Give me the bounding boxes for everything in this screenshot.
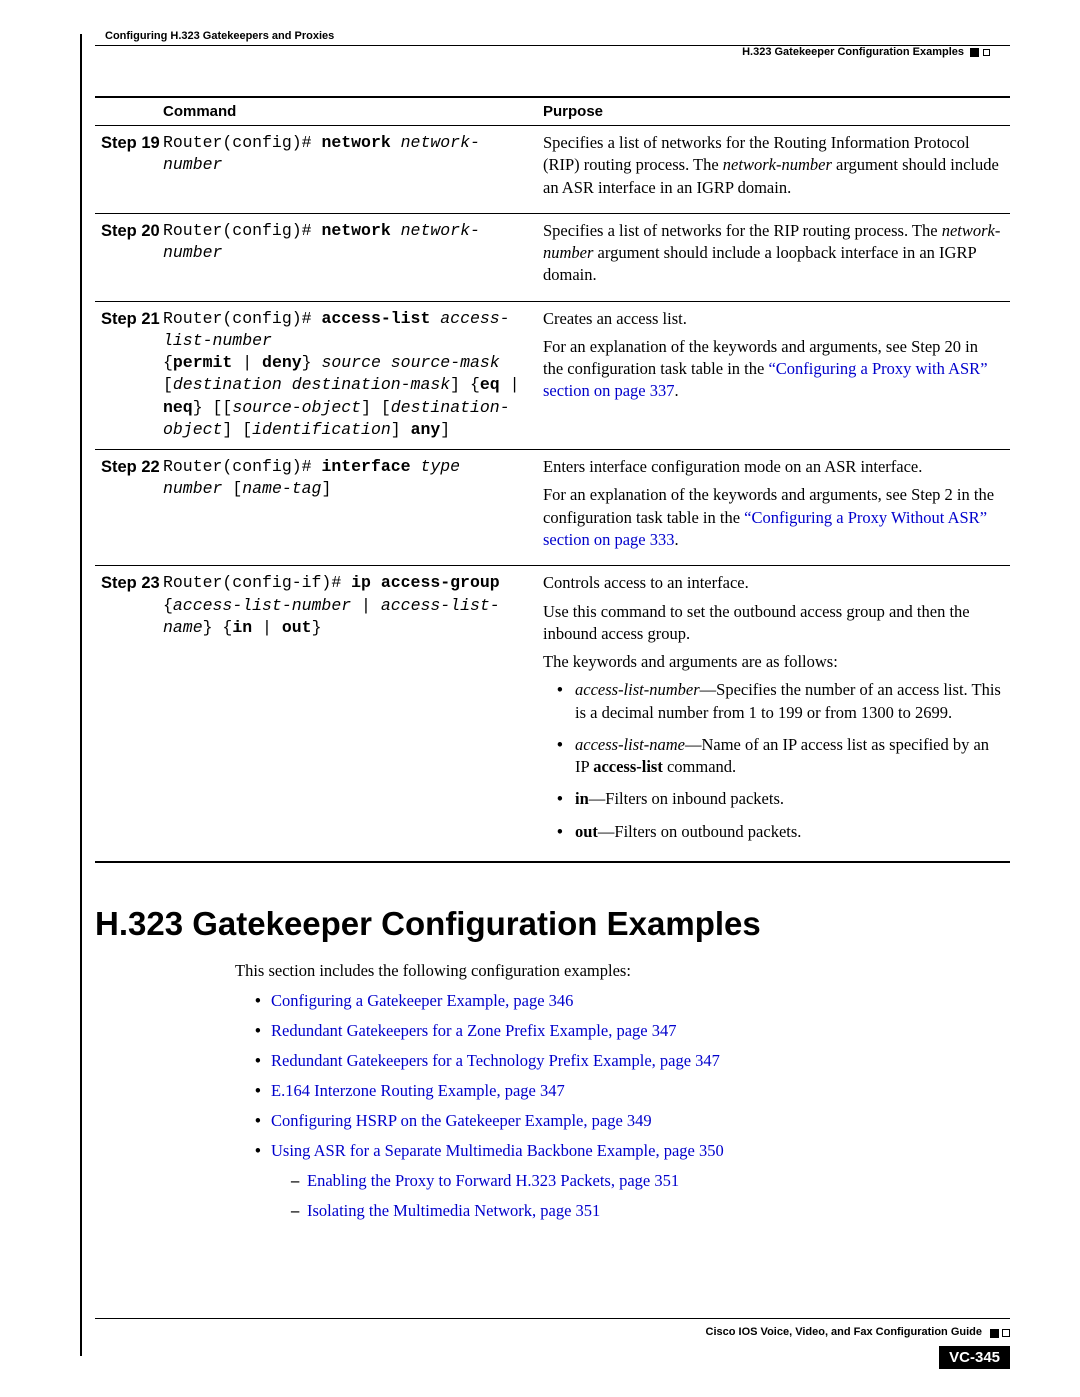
chapter-title: Configuring H.323 Gatekeepers and Proxie… (105, 30, 1010, 42)
step-label: Step 21 (95, 301, 157, 450)
step-label: Step 23 (95, 566, 157, 862)
page-footer: Cisco IOS Voice, Video, and Fax Configur… (95, 1318, 1010, 1369)
marker-square-solid (970, 48, 979, 57)
purpose-cell: Creates an access list.For an explanatio… (537, 301, 1010, 450)
examples-list: Configuring a Gatekeeper Example, page 3… (235, 991, 1010, 1221)
col-command: Command (157, 97, 537, 126)
purpose-cell: Controls access to an interface.Use this… (537, 566, 1010, 862)
footer-guide-title: Cisco IOS Voice, Video, and Fax Configur… (95, 1326, 990, 1338)
intro-text: This section includes the following conf… (235, 961, 1010, 981)
purpose-cell: Enters interface configuration mode on a… (537, 450, 1010, 566)
example-link[interactable]: E.164 Interzone Routing Example, page 34… (255, 1081, 1010, 1101)
command-cell: Router(config)# interface type number [n… (157, 450, 537, 566)
example-link[interactable]: Using ASR for a Separate Multimedia Back… (255, 1141, 1010, 1221)
section-body: This section includes the following conf… (235, 961, 1010, 1221)
purpose-cell: Specifies a list of networks for the Rou… (537, 126, 1010, 214)
table-row: Step 20Router(config)# network network-n… (95, 213, 1010, 301)
table-row: Step 19Router(config)# network network-n… (95, 126, 1010, 214)
col-step (95, 97, 157, 126)
col-purpose: Purpose (537, 97, 1010, 126)
command-cell: Router(config)# network network-number (157, 213, 537, 301)
section-breadcrumb: H.323 Gatekeeper Configuration Examples (95, 46, 990, 58)
table-row: Step 23Router(config-if)# ip access-grou… (95, 566, 1010, 862)
left-margin-bar (80, 34, 82, 1356)
example-link[interactable]: Configuring a Gatekeeper Example, page 3… (255, 991, 1010, 1011)
table-row: Step 21Router(config)# access-list acces… (95, 301, 1010, 450)
step-label: Step 19 (95, 126, 157, 214)
command-cell: Router(config)# network network-number (157, 126, 537, 214)
table-row: Step 22Router(config)# interface type nu… (95, 450, 1010, 566)
footer-square-open (1002, 1329, 1010, 1337)
command-cell: Router(config-if)# ip access-group{acces… (157, 566, 537, 862)
section-heading: H.323 Gatekeeper Configuration Examples (95, 905, 1010, 943)
purpose-cell: Specifies a list of networks for the RIP… (537, 213, 1010, 301)
step-label: Step 20 (95, 213, 157, 301)
command-table: Command Purpose Step 19Router(config)# n… (95, 96, 1010, 863)
example-link[interactable]: Configuring HSRP on the Gatekeeper Examp… (255, 1111, 1010, 1131)
example-sublink[interactable]: Enabling the Proxy to Forward H.323 Pack… (291, 1171, 1010, 1191)
example-sublink[interactable]: Isolating the Multimedia Network, page 3… (291, 1201, 1010, 1221)
example-link[interactable]: Redundant Gatekeepers for a Technology P… (255, 1051, 1010, 1071)
command-cell: Router(config)# access-list access-list-… (157, 301, 537, 450)
footer-square-solid (990, 1329, 999, 1338)
example-link[interactable]: Redundant Gatekeepers for a Zone Prefix … (255, 1021, 1010, 1041)
step-label: Step 22 (95, 450, 157, 566)
page-number: VC-345 (939, 1346, 1010, 1369)
marker-square-open (983, 49, 990, 56)
